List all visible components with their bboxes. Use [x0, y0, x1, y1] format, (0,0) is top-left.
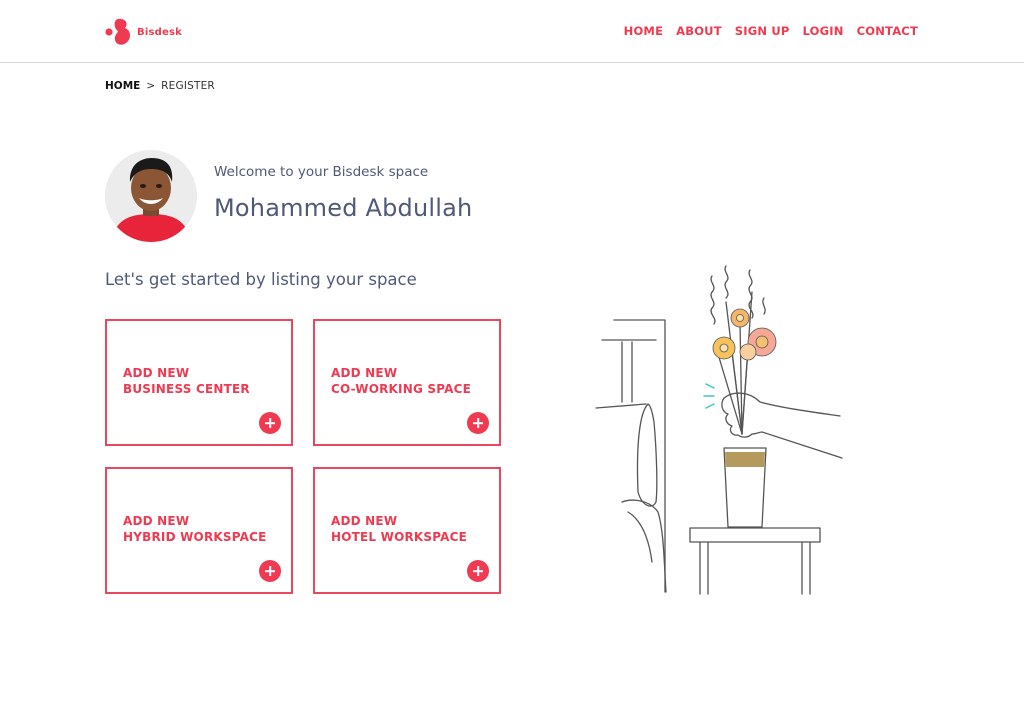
card-label-line2: HYBRID WORKSPACE: [123, 529, 267, 544]
nav-signup-link[interactable]: SIGN UP: [735, 24, 790, 38]
card-label-line2: BUSINESS CENTER: [123, 381, 250, 396]
user-portrait-icon: [105, 150, 197, 242]
flowers-illustration: [595, 265, 843, 595]
card-label-line2: CO-WORKING SPACE: [331, 381, 472, 396]
brand-name: Bisdesk: [137, 26, 182, 38]
card-label-line1: ADD NEW: [123, 514, 190, 528]
breadcrumb-current: REGISTER: [161, 80, 215, 92]
add-business-center-card[interactable]: ADD NEW BUSINESS CENTER: [105, 319, 293, 446]
plus-icon[interactable]: [467, 412, 489, 434]
user-avatar: [105, 150, 197, 242]
nav-contact-link[interactable]: CONTACT: [857, 24, 918, 38]
nav-login-link[interactable]: LOGIN: [803, 24, 844, 38]
bisdesk-logo-icon: [105, 18, 131, 45]
user-name: Mohammed Abdullah: [214, 194, 473, 222]
card-label: ADD NEW BUSINESS CENTER: [123, 366, 250, 397]
plus-icon[interactable]: [259, 560, 281, 582]
card-label: ADD NEW HOTEL WORKSPACE: [331, 514, 467, 545]
breadcrumb: HOME > REGISTER: [105, 80, 215, 92]
add-coworking-space-card[interactable]: ADD NEW CO-WORKING SPACE: [313, 319, 501, 446]
card-label: ADD NEW HYBRID WORKSPACE: [123, 514, 267, 545]
main-nav: HOME ABOUT SIGN UP LOGIN CONTACT: [624, 24, 918, 38]
section-subtitle: Let's get started by listing your space: [105, 270, 417, 289]
card-label-line1: ADD NEW: [123, 366, 190, 380]
nav-about-link[interactable]: ABOUT: [676, 24, 722, 38]
plus-icon[interactable]: [467, 560, 489, 582]
breadcrumb-home-link[interactable]: HOME: [105, 80, 140, 92]
brand-logo[interactable]: Bisdesk: [105, 17, 182, 47]
nav-home-link[interactable]: HOME: [624, 24, 664, 38]
breadcrumb-separator: >: [146, 80, 156, 92]
card-label-line1: ADD NEW: [331, 514, 398, 528]
add-hotel-workspace-card[interactable]: ADD NEW HOTEL WORKSPACE: [313, 467, 501, 594]
add-hybrid-workspace-card[interactable]: ADD NEW HYBRID WORKSPACE: [105, 467, 293, 594]
card-label: ADD NEW CO-WORKING SPACE: [331, 366, 471, 397]
card-label-line1: ADD NEW: [331, 366, 398, 380]
site-header: Bisdesk HOME ABOUT SIGN UP LOGIN CONTACT: [0, 0, 1024, 63]
welcome-text: Welcome to your Bisdesk space: [214, 164, 429, 180]
plus-icon[interactable]: [259, 412, 281, 434]
card-label-line2: HOTEL WORKSPACE: [331, 529, 468, 544]
